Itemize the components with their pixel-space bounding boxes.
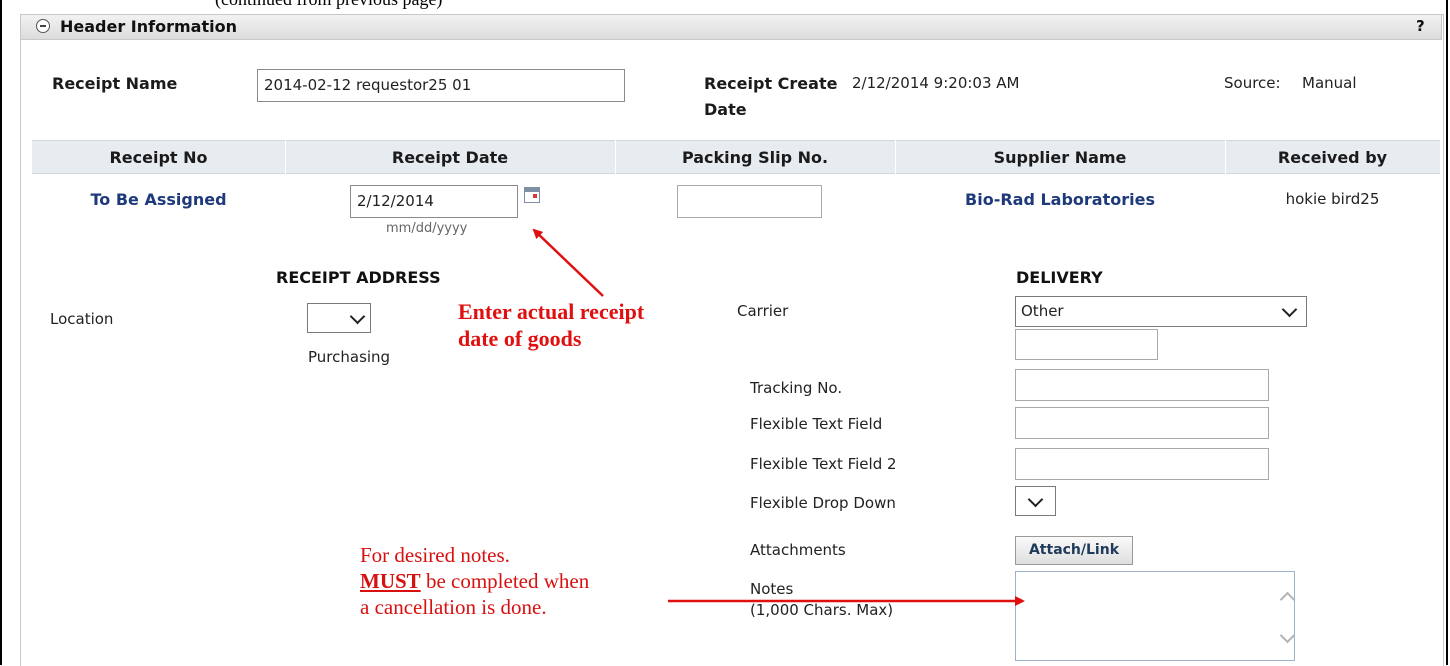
notes-annotation-line-2: MUST be completed when: [360, 568, 589, 594]
date-annotation-line-2: date of goods: [458, 326, 582, 351]
notes-annotation-line-3: a cancellation is done.: [360, 595, 547, 619]
notes-annotation-line-2-rest: be completed when: [420, 569, 590, 593]
date-annotation-line-1: Enter actual receipt: [458, 299, 645, 324]
annotation-arrows: [532, 228, 1025, 606]
notes-annotation-line-1: For desired notes.: [360, 543, 510, 567]
must-emphasis: MUST: [360, 569, 421, 593]
date-note-arrow: [532, 228, 604, 297]
